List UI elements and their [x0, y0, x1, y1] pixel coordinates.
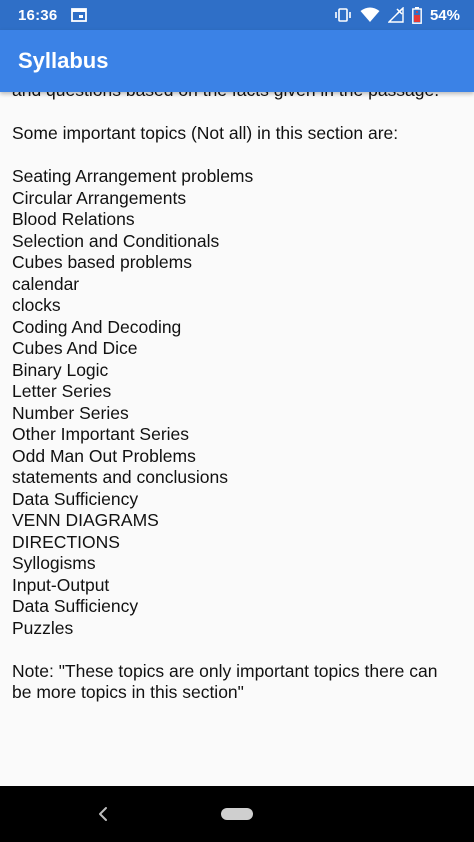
back-icon[interactable] — [92, 802, 114, 826]
status-right: 54% — [334, 6, 460, 24]
list-item: Seating Arrangement problems — [12, 166, 254, 186]
syllabus-text: and questions based on the facts given i… — [12, 92, 468, 704]
wifi-icon — [360, 7, 380, 23]
status-left: 16:36 — [18, 6, 88, 24]
vibrate-icon — [334, 8, 352, 22]
list-item: Other Important Series — [12, 424, 190, 444]
list-item: Odd Man Out Problems — [12, 445, 196, 466]
list-item: Letter Series — [12, 381, 112, 401]
status-time: 16:36 — [18, 6, 58, 24]
note-line: be more topics in this section" — [12, 682, 244, 702]
list-item: calendar — [12, 273, 80, 294]
list-item: Binary Logic — [12, 359, 109, 380]
intro-line: Some important topics (Not all) in this … — [12, 123, 399, 143]
passage-line: and questions based on the facts given i… — [12, 92, 468, 102]
list-item: Data Sufficiency — [12, 488, 139, 509]
list-item: Puzzles — [12, 617, 74, 638]
syllabus-content[interactable]: and questions based on the facts given i… — [0, 92, 474, 786]
list-item: Selection and Conditionals — [12, 230, 220, 251]
screen: 16:36 54% Syllabus Some important topics… — [0, 0, 474, 842]
list-item: Circular Arrangements — [12, 187, 187, 208]
navigation-bar — [0, 786, 474, 842]
page-title: Syllabus — [18, 48, 109, 73]
note-line: Note: "These topics are only important t… — [12, 660, 438, 681]
home-pill-icon[interactable] — [221, 808, 253, 820]
list-item: Blood Relations — [12, 209, 135, 229]
topics-list: Seating Arrangement problems Circular Ar… — [12, 166, 468, 639]
list-item: VENN DIAGRAMS — [12, 510, 159, 530]
status-bar: 16:36 54% — [0, 0, 474, 30]
battery-icon — [412, 6, 422, 24]
list-item: Number Series — [12, 402, 129, 423]
battery-percent: 54% — [429, 6, 460, 24]
list-item: clocks — [12, 295, 61, 315]
list-item: Coding And Decoding — [12, 316, 182, 337]
calendar-icon — [71, 8, 88, 22]
list-item: Syllogisms — [12, 553, 96, 573]
list-item: Input-Output — [12, 574, 110, 595]
list-item: Cubes And Dice — [12, 338, 138, 358]
list-item: DIRECTIONS — [12, 531, 120, 552]
list-item: Data Sufficiency — [12, 596, 139, 616]
list-item: Cubes based problems — [12, 252, 192, 272]
app-bar: Syllabus — [0, 30, 474, 92]
list-item: statements and conclusions — [12, 467, 228, 487]
no-signal-icon — [387, 7, 404, 23]
